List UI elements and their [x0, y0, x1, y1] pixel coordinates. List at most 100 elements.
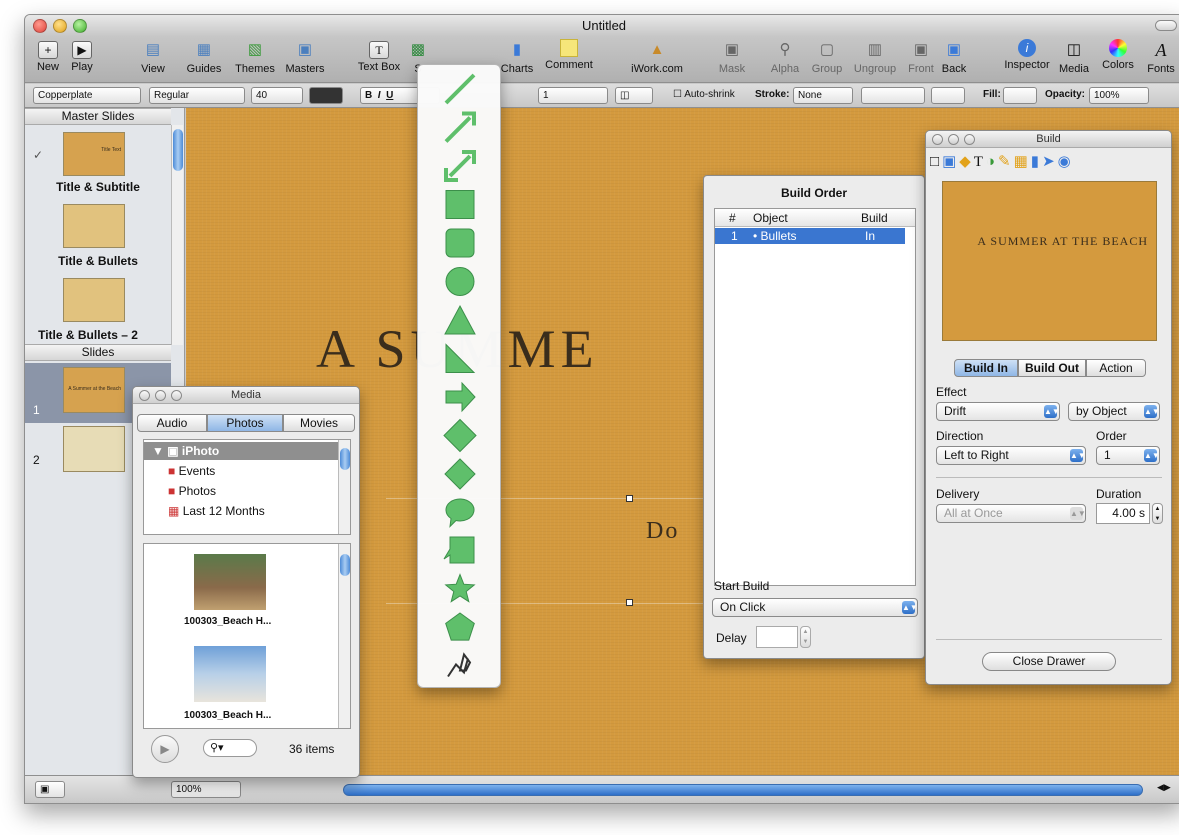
master-thumbnail-title-bullets[interactable]: [63, 204, 125, 248]
double-arrow-line-icon[interactable]: [444, 150, 476, 182]
graphic-inspector-icon[interactable]: ◑: [986, 153, 998, 170]
source-last-12-months[interactable]: ▦ Last 12 Months: [168, 504, 265, 518]
back-button[interactable]: ▣ Back: [939, 39, 969, 75]
stroke-popup[interactable]: None: [793, 87, 853, 104]
callout-icon[interactable]: [443, 536, 475, 564]
front-button[interactable]: ▣ Front: [903, 39, 939, 75]
alpha-button[interactable]: ⚲ Alpha: [765, 39, 805, 75]
stroke-color-well[interactable]: [931, 87, 965, 104]
quicktime-inspector-icon[interactable]: ◉: [1058, 153, 1074, 170]
slide-inspector-icon[interactable]: ▣: [942, 153, 959, 170]
star-icon[interactable]: [444, 573, 476, 603]
duration-field[interactable]: 4.00 s: [1096, 503, 1150, 524]
build-order-row[interactable]: 1 • Bullets In: [715, 228, 905, 244]
master-label-title-bullets[interactable]: Title & Bullets: [25, 254, 171, 268]
double-arrow-icon[interactable]: [443, 418, 477, 453]
master-label-title-bullets-2[interactable]: Title & Bullets – 2: [25, 328, 161, 342]
new-button[interactable]: + New: [33, 39, 63, 73]
colors-button[interactable]: Colors: [1097, 39, 1139, 71]
masters-button[interactable]: ▣ Masters: [281, 39, 329, 75]
start-build-popup[interactable]: On Click ▲▼: [712, 598, 918, 617]
metrics-inspector-icon[interactable]: ✎: [998, 153, 1014, 170]
build-inspector-icon[interactable]: ◆: [959, 153, 974, 170]
pentagon-icon[interactable]: [445, 612, 475, 641]
text-color-well[interactable]: [309, 87, 343, 104]
close-panel-icon[interactable]: [932, 134, 943, 145]
stroke-style-popup[interactable]: [861, 87, 925, 104]
hyperlink-inspector-icon[interactable]: ➤: [1042, 153, 1058, 170]
close-window-icon[interactable]: [33, 19, 47, 33]
delay-field[interactable]: [756, 626, 798, 648]
media-search-field[interactable]: ⚲▾: [203, 739, 257, 757]
play-button[interactable]: ▶ Play: [65, 39, 99, 73]
minimize-panel-icon[interactable]: [948, 134, 959, 145]
ungroup-button[interactable]: ▥ Ungroup: [849, 39, 901, 75]
table-inspector-icon[interactable]: ▦: [1014, 153, 1031, 170]
source-iphoto[interactable]: ▼ ▣ iPhoto: [144, 442, 338, 460]
fonts-button[interactable]: A Fonts: [1141, 39, 1179, 75]
duration-stepper[interactable]: ▲ ▼: [1152, 503, 1163, 524]
zoom-panel-icon[interactable]: [171, 390, 182, 401]
speech-bubble-icon[interactable]: [445, 498, 475, 528]
delay-stepper[interactable]: ▲ ▼: [800, 626, 811, 648]
tab-audio[interactable]: Audio: [137, 414, 207, 432]
autoshrink-checkbox[interactable]: ☐ Auto-shrink: [673, 89, 735, 100]
masters-scrollbar[interactable]: [171, 125, 183, 345]
master-thumbnail-title-bullets-2[interactable]: [63, 278, 125, 322]
tab-build-in[interactable]: Build In: [954, 359, 1018, 377]
textbox-button[interactable]: T Text Box: [354, 39, 404, 73]
tab-action[interactable]: Action: [1086, 359, 1146, 377]
photo-thumbnail-1[interactable]: [194, 554, 266, 610]
zoom-panel-icon[interactable]: [964, 134, 975, 145]
minimize-window-icon[interactable]: [53, 19, 67, 33]
view-button[interactable]: ▤ View: [133, 39, 173, 75]
font-size-field[interactable]: 40: [251, 87, 303, 104]
line-spacing-popup[interactable]: 1: [538, 87, 608, 104]
source-photos[interactable]: ■ Photos: [168, 484, 216, 498]
document-inspector-icon[interactable]: □: [930, 153, 942, 170]
iwork-button[interactable]: ▲ iWork.com: [625, 39, 689, 75]
fill-color-well[interactable]: [1003, 87, 1037, 104]
arrow-icon[interactable]: [445, 381, 476, 413]
source-events[interactable]: ■ Events: [168, 464, 215, 478]
triangle-icon[interactable]: [444, 304, 476, 335]
zoom-window-icon[interactable]: [73, 19, 87, 33]
slide-thumbnail-2[interactable]: [63, 426, 125, 472]
master-thumbnail-title-subtitle[interactable]: Title Text: [63, 132, 125, 176]
tab-photos[interactable]: Photos: [207, 414, 283, 432]
group-button[interactable]: ▢ Group: [807, 39, 847, 75]
font-style-popup[interactable]: Regular: [149, 87, 245, 104]
opacity-popup[interactable]: 100%: [1089, 87, 1149, 104]
inspector-button[interactable]: i Inspector: [1000, 39, 1054, 71]
comment-button[interactable]: Comment: [541, 39, 597, 71]
slide-thumbnail-1[interactable]: A Summer at the Beach: [63, 367, 125, 413]
guides-button[interactable]: ▦ Guides: [181, 39, 227, 75]
tab-movies[interactable]: Movies: [283, 414, 355, 432]
source-list-scroll-thumb[interactable]: [340, 448, 350, 470]
diamond-icon[interactable]: [444, 458, 476, 490]
selection-handle[interactable]: [626, 495, 633, 502]
rectangle-icon[interactable]: [445, 190, 475, 219]
zoom-popup[interactable]: 100%: [171, 781, 241, 798]
right-triangle-icon[interactable]: [445, 343, 476, 373]
photo-thumbnail-2[interactable]: [194, 646, 266, 702]
font-family-popup[interactable]: Copperplate: [33, 87, 141, 104]
masters-scroll-thumb[interactable]: [173, 129, 183, 171]
arrow-line-icon[interactable]: [444, 111, 476, 143]
close-drawer-button[interactable]: Close Drawer: [982, 652, 1116, 671]
play-media-icon[interactable]: ▶: [151, 735, 179, 763]
delivery-popup[interactable]: All at Once ▲▼: [936, 504, 1086, 523]
view-mode-popup[interactable]: ▣: [35, 781, 65, 798]
minimize-panel-icon[interactable]: [155, 390, 166, 401]
direction-popup[interactable]: Left to Right ▲▼: [936, 446, 1086, 465]
source-list-scrollbar[interactable]: [338, 440, 350, 534]
effect-popup[interactable]: Drift ▲▼: [936, 402, 1060, 421]
chart-inspector-icon[interactable]: ▮: [1031, 153, 1042, 170]
text-inspector-icon[interactable]: T: [974, 154, 986, 170]
media-button[interactable]: ◫ Media: [1053, 39, 1095, 75]
photo-grid-scroll-thumb[interactable]: [340, 554, 350, 576]
horizontal-scrollbar[interactable]: [343, 784, 1143, 796]
line-icon[interactable]: [444, 73, 476, 105]
selection-handle[interactable]: [626, 599, 633, 606]
pen-tool-icon[interactable]: [447, 652, 472, 678]
